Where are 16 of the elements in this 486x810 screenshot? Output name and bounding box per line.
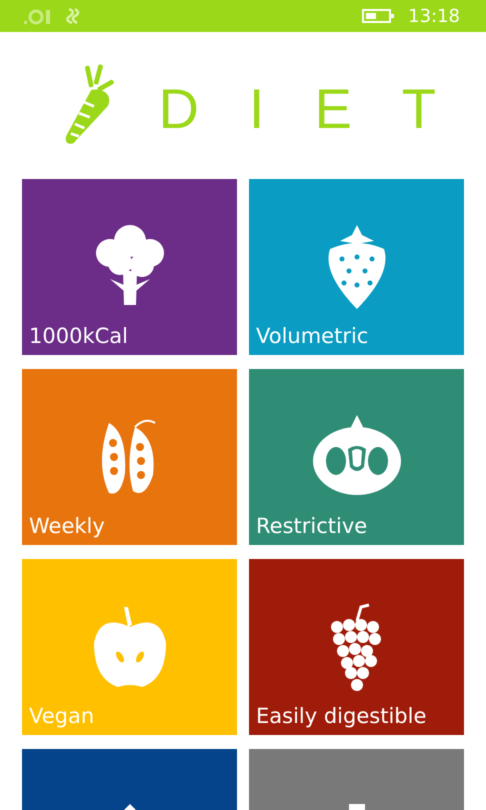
tile-label: Volumetric [256,324,368,348]
tile-label: 1000kCal [29,324,128,348]
diet-tile[interactable]: 1000kCal [22,179,237,355]
diet-tile[interactable]: Restrictive [249,369,464,545]
tomato-slice-icon [312,413,402,497]
diet-tile[interactable]: Volumetric [249,179,464,355]
app-title: DIET [158,76,486,140]
wifi-icon [64,7,82,25]
tile-label: Easily digestible [256,704,426,728]
diet-tile[interactable]: Weekly [22,369,237,545]
tile-label: Weekly [29,514,105,538]
battery-icon [362,9,394,23]
tile-label: Restrictive [256,514,368,538]
clock-time: 13:18 [408,6,460,26]
tile-label: Vegan [29,704,94,728]
diet-tile[interactable]: Easily digestible [249,559,464,735]
